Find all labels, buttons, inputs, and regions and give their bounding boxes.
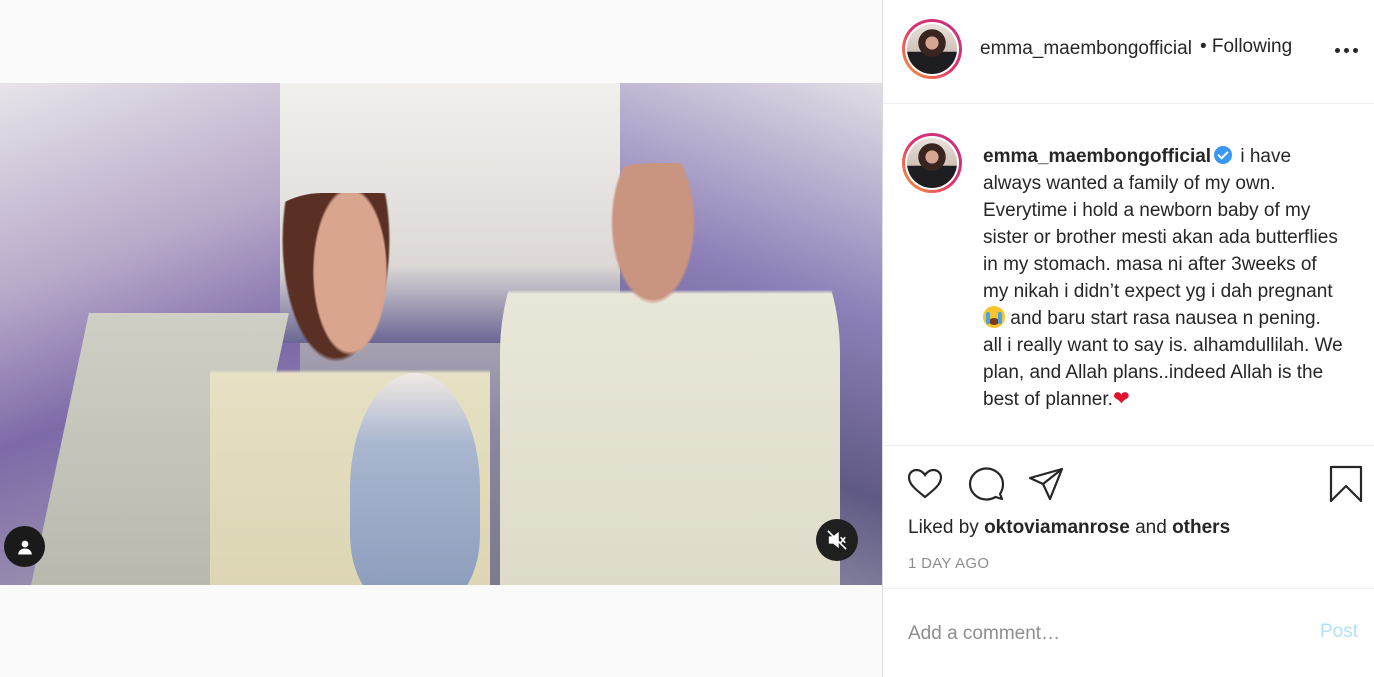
speaker-muted-icon <box>827 530 847 550</box>
liked-by-others-link[interactable]: others <box>1172 517 1230 538</box>
like-button[interactable] <box>905 464 945 504</box>
tagged-users-button[interactable] <box>4 526 45 567</box>
post-sidebar: emma_maembongofficial • Following emma_m… <box>882 0 1374 677</box>
avatar[interactable] <box>902 19 962 79</box>
share-button[interactable] <box>1026 464 1066 504</box>
caption-body-1: i have always wanted a family of my own.… <box>983 146 1338 302</box>
avatar-image <box>907 24 957 74</box>
heart-icon <box>907 468 943 499</box>
likes-summary: Liked by oktoviamanrose and others <box>908 517 1230 539</box>
caption-body-2: and baru start rasa nausea n pening. all… <box>983 308 1343 410</box>
heart-emoji-icon: ❤ <box>1112 388 1130 410</box>
bookmark-icon <box>1329 465 1363 503</box>
more-options-button[interactable] <box>1335 36 1358 53</box>
avatar-image <box>907 138 957 188</box>
avatar-border <box>905 22 959 76</box>
caption-username[interactable]: emma_maembongofficial <box>983 146 1211 167</box>
comment-input[interactable] <box>908 619 1288 649</box>
avatar-border <box>905 136 959 190</box>
liked-by-prefix: Liked by <box>908 517 979 538</box>
comment-bar: Post <box>883 588 1374 677</box>
share-icon <box>1028 467 1064 501</box>
post-comment-button[interactable]: Post <box>1320 621 1358 643</box>
groom-figure <box>500 163 840 585</box>
mute-toggle-button[interactable] <box>816 519 858 561</box>
post-header: emma_maembongofficial • Following <box>883 0 1374 104</box>
following-button[interactable]: • Following <box>1200 36 1292 58</box>
crying-emoji-icon <box>983 306 1005 328</box>
comment-button[interactable] <box>966 464 1006 504</box>
user-icon <box>17 540 32 554</box>
header-username[interactable]: emma_maembongofficial <box>980 38 1194 60</box>
post-actions: Liked by oktoviamanrose and others 1 DAY… <box>883 445 1374 588</box>
caption-text: emma_maembongofficial i have always want… <box>983 143 1345 413</box>
save-button[interactable] <box>1326 464 1366 504</box>
caption-avatar[interactable] <box>902 133 962 193</box>
liked-by-user-link[interactable]: oktoviamanrose <box>984 517 1130 538</box>
liked-by-and: and <box>1135 517 1167 538</box>
post-video[interactable] <box>0 83 882 585</box>
more-horizontal-icon <box>1335 48 1358 53</box>
media-pane <box>0 0 882 677</box>
caption: emma_maembongofficial i have always want… <box>883 105 1374 445</box>
post-timestamp[interactable]: 1 DAY AGO <box>908 555 989 572</box>
verified-badge-icon <box>1214 146 1233 164</box>
comment-icon <box>968 467 1005 501</box>
